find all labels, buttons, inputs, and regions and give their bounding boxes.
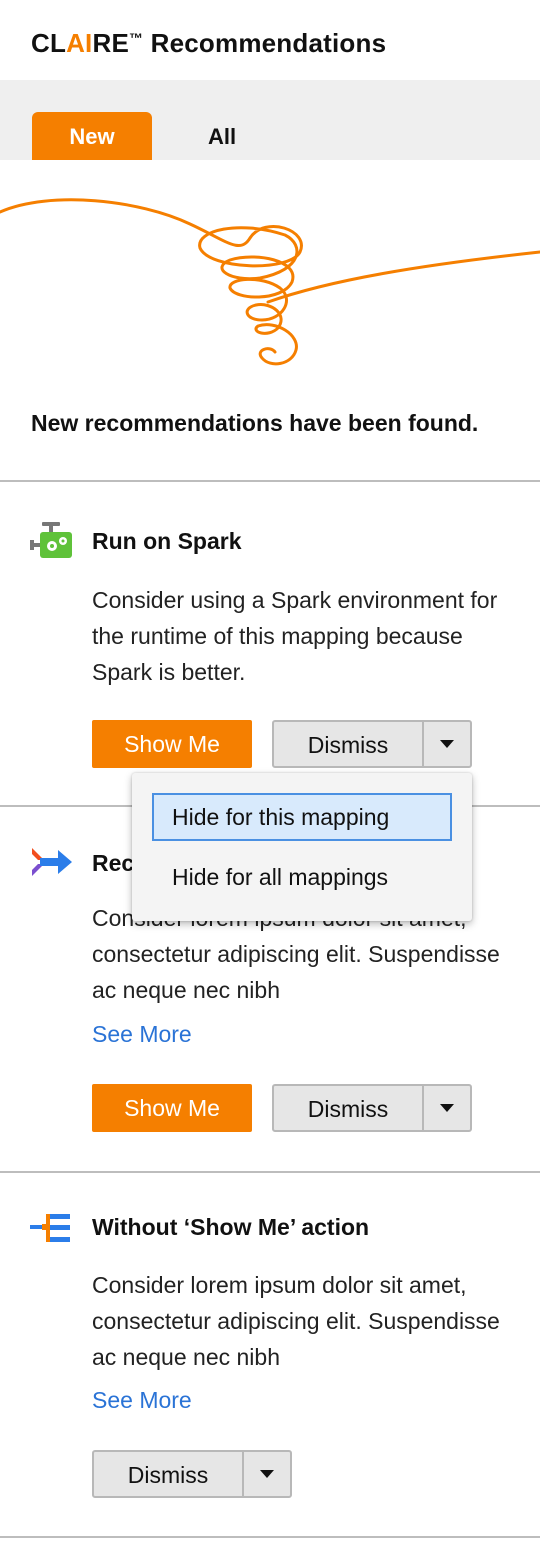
dismiss-button[interactable]: Dismiss <box>94 1452 244 1496</box>
see-more-link[interactable]: See More <box>92 1021 192 1048</box>
claire-swirl-illustration <box>0 198 540 366</box>
show-me-button[interactable]: Show Me <box>92 720 252 768</box>
card-description: Consider lorem ipsum dolor sit amet, con… <box>92 1272 500 1370</box>
spark-engine-icon <box>30 522 72 558</box>
tab-new[interactable]: New <box>32 112 152 160</box>
card-description: Consider using a Spark environment for t… <box>92 587 498 685</box>
dismiss-button[interactable]: Dismiss <box>274 722 424 766</box>
dismiss-dropdown-toggle[interactable] <box>424 1086 470 1130</box>
dismiss-menu: Hide for this mapping Hide for all mappi… <box>132 773 472 921</box>
title-ai-highlight: AI <box>66 28 93 58</box>
tab-all[interactable]: All <box>162 112 282 160</box>
trademark: ™ <box>129 30 144 46</box>
show-me-button[interactable]: Show Me <box>92 1084 252 1132</box>
new-recommendations-message: New recommendations have been found. <box>31 410 479 436</box>
menu-item-hide-for-this-mapping[interactable]: Hide for this mapping <box>152 793 452 841</box>
hierarchy-icon <box>30 1214 70 1242</box>
panel-title: CLAIRE™ Recommendations <box>31 28 387 58</box>
divider <box>0 480 540 482</box>
card-title: Without ‘Show Me’ action <box>92 1214 370 1240</box>
divider <box>0 1536 540 1538</box>
dismiss-dropdown-toggle[interactable] <box>424 722 470 766</box>
merge-arrow-icon <box>32 848 72 876</box>
menu-item-hide-for-all-mappings[interactable]: Hide for all mappings <box>152 853 452 901</box>
caret-down-icon <box>260 1470 274 1478</box>
caret-down-icon <box>440 1104 454 1112</box>
dismiss-split-button: Dismiss <box>272 1084 472 1132</box>
see-more-link[interactable]: See More <box>92 1387 192 1414</box>
dismiss-dropdown-toggle[interactable] <box>244 1452 290 1496</box>
dismiss-split-button: Dismiss <box>92 1450 292 1498</box>
caret-down-icon <box>440 740 454 748</box>
panel-header: CLAIRE™ Recommendations <box>0 0 540 80</box>
card-title: Run on Spark <box>92 528 242 554</box>
dismiss-button[interactable]: Dismiss <box>274 1086 424 1130</box>
divider <box>0 1171 540 1173</box>
tab-bar: New All <box>0 80 540 160</box>
dismiss-split-button: Dismiss <box>272 720 472 768</box>
